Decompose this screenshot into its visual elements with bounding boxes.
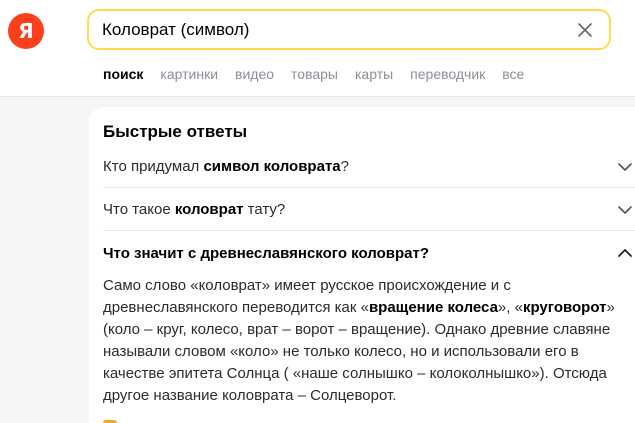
search-box xyxy=(87,9,611,50)
tab-images[interactable]: картинки xyxy=(160,66,218,82)
question-text: Что такое коловрат тату? xyxy=(103,201,286,218)
chevron-up-icon xyxy=(618,249,632,257)
answer-text: Само слово «коловрат» имеет русское прои… xyxy=(103,277,615,404)
tab-video[interactable]: видео xyxy=(235,66,274,82)
question-row[interactable]: Что такое коловрат тату? xyxy=(103,189,635,231)
close-icon xyxy=(578,22,592,37)
question-row-expanded[interactable]: Что значит с древнеславянского коловрат? xyxy=(103,232,635,274)
question-row[interactable]: Кто придумал символ коловрата? xyxy=(103,146,635,188)
question-text: Кто придумал символ коловрата? xyxy=(103,158,349,175)
header: Я поиск картинки видео товары карты пере… xyxy=(0,0,635,97)
tab-products[interactable]: товары xyxy=(291,66,338,82)
chevron-down-icon xyxy=(618,206,632,214)
search-results-page: Я поиск картинки видео товары карты пере… xyxy=(0,0,635,423)
chevron-down-icon xyxy=(618,163,632,171)
search-input[interactable] xyxy=(89,11,570,48)
tab-all[interactable]: все xyxy=(502,66,524,82)
tab-search[interactable]: поиск xyxy=(103,66,143,82)
clear-search-button[interactable] xyxy=(570,15,600,45)
tab-maps[interactable]: карты xyxy=(355,66,393,82)
question-text: Что значит с древнеславянского коловрат? xyxy=(103,244,429,262)
quick-answers-title: Быстрые ответы xyxy=(103,122,248,141)
quick-answers-card: Быстрые ответы Кто придумал символ колов… xyxy=(89,107,635,423)
search-tabs: поиск картинки видео товары карты перево… xyxy=(103,66,541,82)
tab-translator[interactable]: переводчик xyxy=(410,66,485,82)
yandex-logo[interactable]: Я xyxy=(8,13,44,49)
